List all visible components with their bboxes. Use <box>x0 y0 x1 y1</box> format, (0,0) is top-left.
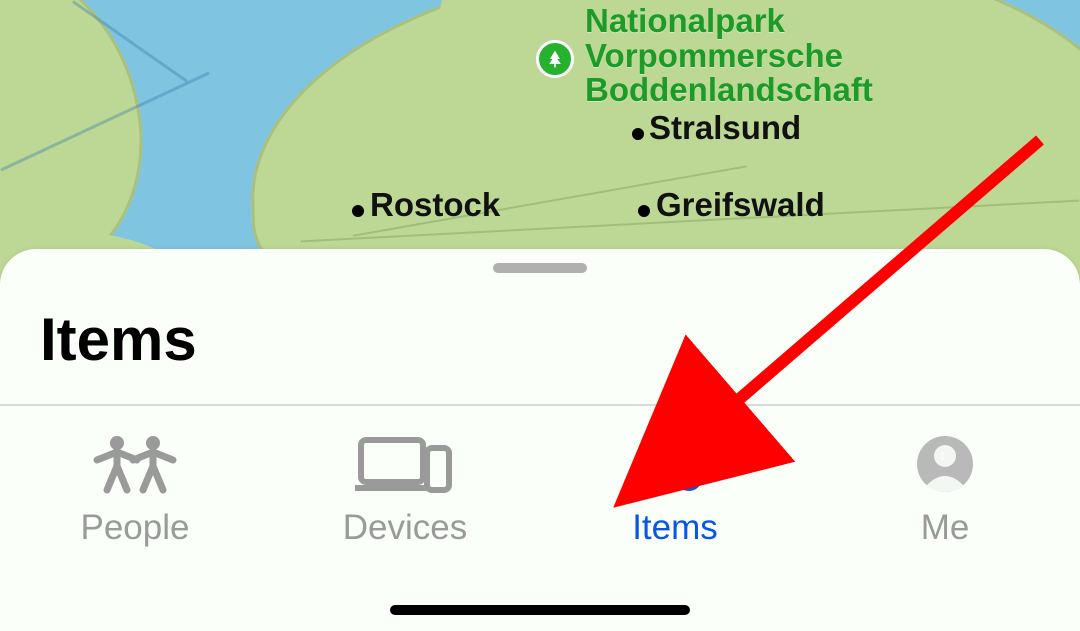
park-label-line: Vorpommersche <box>585 37 843 74</box>
tab-label: Me <box>921 508 970 548</box>
bottom-sheet[interactable]: Items <box>0 249 1080 631</box>
tab-bar: People Devices <box>0 406 1080 596</box>
tab-devices[interactable]: Devices <box>270 434 540 548</box>
devices-icon <box>355 434 455 494</box>
city-dot-stralsund <box>632 128 644 140</box>
home-indicator[interactable] <box>390 605 690 615</box>
tree-icon <box>536 40 574 78</box>
tab-label: Items <box>632 508 718 548</box>
city-dot-greifswald <box>638 205 650 217</box>
items-icon <box>645 434 705 494</box>
city-label-stralsund: Stralsund <box>649 109 801 147</box>
tab-me[interactable]: Me <box>810 434 1080 548</box>
tab-people[interactable]: People <box>0 434 270 548</box>
park-label-line: Nationalpark <box>585 2 785 39</box>
sheet-title: Items <box>0 273 1080 404</box>
city-label-greifswald: Greifswald <box>656 186 825 224</box>
tab-label: People <box>81 508 190 548</box>
tab-label: Devices <box>343 508 467 548</box>
city-label-rostock: Rostock <box>370 186 500 224</box>
city-dot-rostock <box>352 205 364 217</box>
tab-items[interactable]: Items <box>540 434 810 548</box>
person-icon <box>915 434 975 494</box>
people-icon <box>85 434 185 494</box>
sheet-grab-handle[interactable] <box>493 263 587 273</box>
park-label-line: Boddenlandschaft <box>585 71 873 108</box>
park-label: Nationalpark Vorpommersche Boddenlandsch… <box>585 4 873 108</box>
